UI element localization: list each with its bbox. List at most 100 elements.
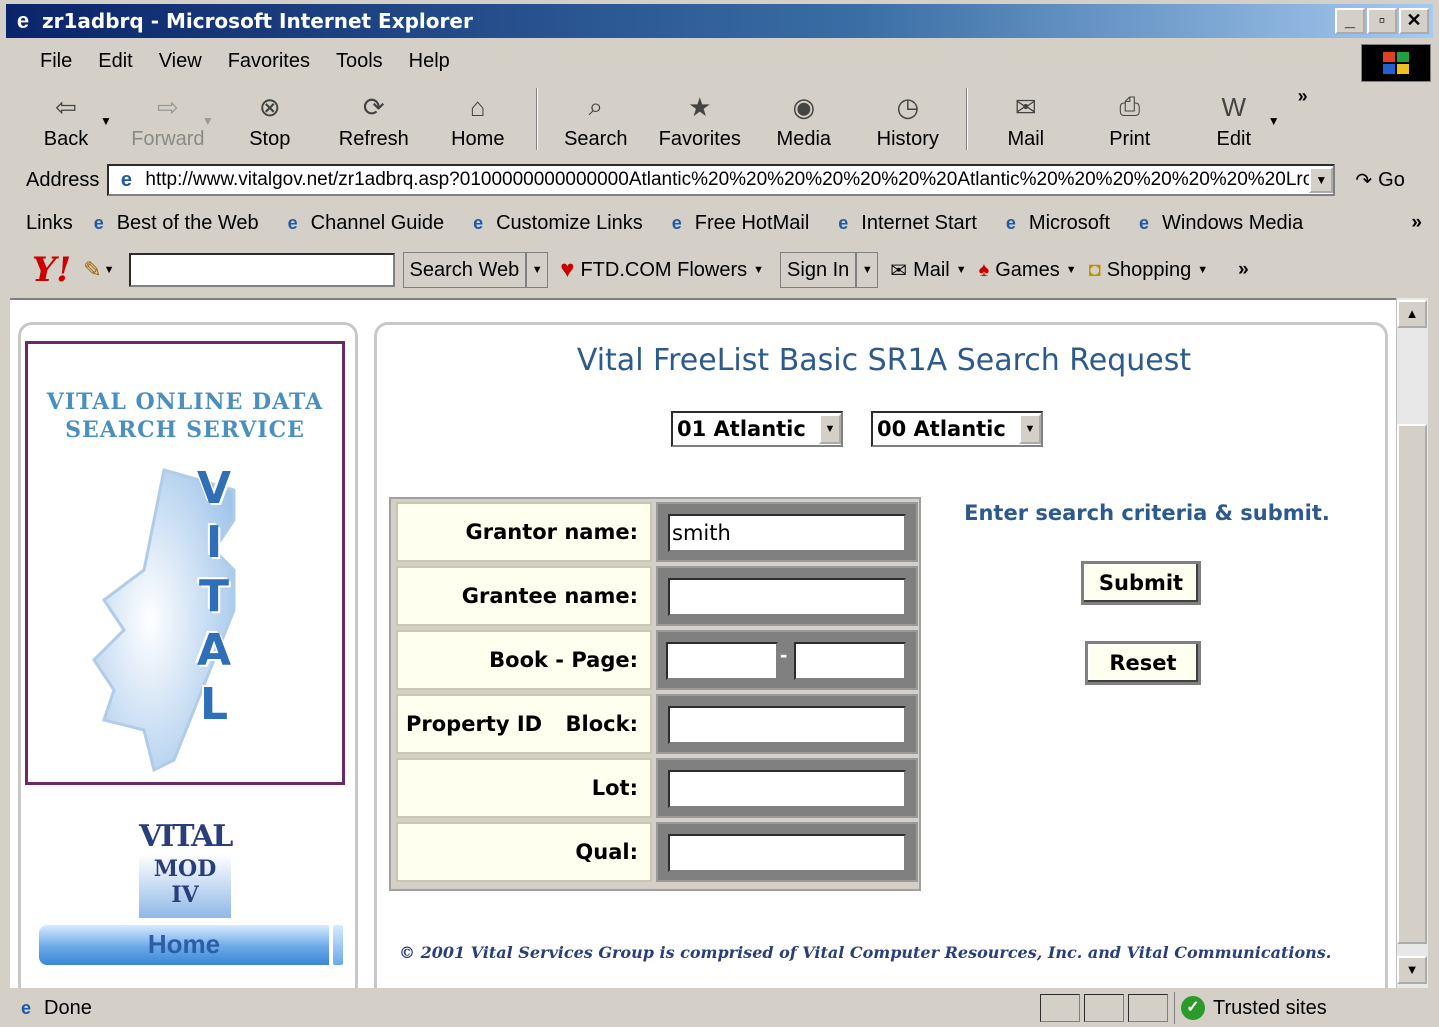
status-bar: e Done ✓ Trusted sites xyxy=(6,992,1432,1024)
sign-in-button[interactable]: Sign In xyxy=(780,252,857,288)
vital-vertical-text: V I T A L xyxy=(196,463,232,730)
reset-button[interactable]: Reset xyxy=(1085,641,1201,685)
links-more-button[interactable]: » xyxy=(1411,212,1422,234)
heart-icon: ♥ xyxy=(560,256,575,283)
new-jersey-map-icon xyxy=(92,468,236,773)
block-input[interactable] xyxy=(668,706,906,744)
grantee-name-input[interactable] xyxy=(668,578,906,616)
menu-favorites[interactable]: Favorites xyxy=(228,50,310,73)
maximize-button[interactable]: ▫ xyxy=(1367,8,1397,34)
address-field[interactable]: e http://www.vitalgov.net/zr1adbrq.asp?0… xyxy=(107,164,1336,196)
qual-row: Qual: xyxy=(396,822,918,882)
go-button[interactable]: ↷ Go xyxy=(1355,168,1404,193)
ie-page-icon: e xyxy=(1005,213,1016,233)
search-icon: ⌕ xyxy=(588,91,604,121)
yahoo-games-button[interactable]: ♠ Games ▼ xyxy=(979,259,1077,282)
menu-file[interactable]: File xyxy=(40,50,72,73)
history-icon: ◷ xyxy=(896,91,920,122)
edit-dropdown-icon[interactable]: ▼ xyxy=(1268,114,1280,128)
ie-page-icon: e xyxy=(473,213,484,233)
link-best-of-the-web[interactable]: e Best of the Web xyxy=(87,211,259,235)
scroll-up-icon[interactable]: ▲ xyxy=(1397,300,1427,328)
block-row: Property ID Block: xyxy=(396,694,918,754)
grantor-row: Grantor name: smith xyxy=(396,502,918,562)
ie-page-icon: e xyxy=(287,213,298,233)
property-id-label: Property ID xyxy=(406,712,543,736)
grantor-name-input[interactable]: smith xyxy=(668,514,906,552)
toolbar-more-button[interactable]: » xyxy=(1298,86,1308,107)
link-free-hotmail[interactable]: e Free HotMail xyxy=(665,211,810,235)
page-icon: e xyxy=(120,169,132,191)
pencil-icon[interactable]: ✎ xyxy=(83,257,101,283)
check-icon: ✓ xyxy=(1181,996,1205,1020)
forward-dropdown-icon[interactable]: ▼ xyxy=(202,114,214,128)
submit-button[interactable]: Submit xyxy=(1081,561,1201,605)
search-criteria-table: Grantor name: smith Grantee name: Book -… xyxy=(389,497,921,891)
chevron-down-icon: ▼ xyxy=(1065,264,1077,276)
yahoo-mail-button[interactable]: ✉ Mail ▼ xyxy=(890,258,966,283)
search-web-button[interactable]: Search Web xyxy=(402,252,527,288)
vertical-scrollbar[interactable]: ▲ ▼ xyxy=(1396,298,1428,988)
menu-tools[interactable]: Tools xyxy=(336,50,383,73)
vital-logo-card: VITAL ONLINE DATA SEARCH SERVICE V I T A… xyxy=(25,341,345,785)
envelope-icon: ✉ xyxy=(890,259,908,282)
book-input[interactable] xyxy=(666,642,778,680)
menu-bar: File Edit View Favorites Tools Help xyxy=(14,42,450,80)
favorites-button[interactable]: ★ Favorites xyxy=(648,86,752,151)
printer-icon: ⎙ xyxy=(1119,91,1141,121)
yahoo-more-button[interactable]: » xyxy=(1238,259,1249,281)
page-content: VITAL ONLINE DATA SEARCH SERVICE V I T A… xyxy=(10,298,1396,988)
back-dropdown-icon[interactable]: ▼ xyxy=(100,114,112,128)
ie-page-icon: e xyxy=(838,213,849,233)
scroll-thumb[interactable] xyxy=(1397,424,1427,944)
media-button[interactable]: ◉ Media xyxy=(752,86,856,151)
stop-button[interactable]: ⊗ Stop xyxy=(218,86,322,151)
link-customize-links[interactable]: e Customize Links xyxy=(466,211,643,235)
home-button-cap xyxy=(333,925,343,965)
vital-heading: VITAL ONLINE DATA SEARCH SERVICE xyxy=(46,389,324,443)
pencil-dropdown-icon[interactable]: ▼ xyxy=(104,264,115,276)
criteria-instructions: Enter search criteria & submit. xyxy=(964,501,1330,525)
qual-input[interactable] xyxy=(668,834,906,872)
lot-input[interactable] xyxy=(668,770,906,808)
left-panel: VITAL ONLINE DATA SEARCH SERVICE V I T A… xyxy=(18,322,358,988)
search-web-dropdown-icon[interactable]: ▼ xyxy=(526,252,549,288)
yahoo-shopping-button[interactable]: ◘ Shopping ▼ xyxy=(1089,259,1209,282)
toolbar-separator xyxy=(535,88,538,150)
window-title: zr1adbrq - Microsoft Internet Explorer xyxy=(42,9,473,33)
word-edit-icon: W xyxy=(1221,91,1247,122)
vital-mod-iv-logo[interactable]: VITAL MOD IV xyxy=(139,819,233,918)
home-toolbar-button[interactable]: ⌂ Home xyxy=(426,86,530,151)
menu-help[interactable]: Help xyxy=(409,50,450,73)
home-link-button[interactable]: Home xyxy=(39,925,329,965)
menu-edit[interactable]: Edit xyxy=(98,50,132,73)
link-channel-guide[interactable]: e Channel Guide xyxy=(281,211,444,235)
county-select[interactable]: 01 Atlantic ▼ xyxy=(671,411,843,447)
book-page-row: Book - Page: - xyxy=(396,630,918,690)
address-url[interactable]: http://www.vitalgov.net/zr1adbrq.asp?010… xyxy=(145,169,1309,191)
menu-view[interactable]: View xyxy=(159,50,202,73)
ie-page-icon: e xyxy=(93,213,104,233)
toolbar-separator xyxy=(965,88,968,150)
yahoo-search-input[interactable] xyxy=(128,253,395,287)
ftd-flowers-button[interactable]: ♥ FTD.COM Flowers ▼ xyxy=(560,256,764,284)
print-button[interactable]: ⎙ Print xyxy=(1078,86,1182,151)
refresh-button[interactable]: ⟳ Refresh xyxy=(322,86,426,151)
municipality-select[interactable]: 00 Atlantic ▼ xyxy=(871,411,1043,447)
link-microsoft[interactable]: e Microsoft xyxy=(999,211,1110,235)
minimize-button[interactable]: _ xyxy=(1335,8,1365,34)
scroll-down-icon[interactable]: ▼ xyxy=(1397,956,1427,984)
history-button[interactable]: ◷ History xyxy=(856,86,960,151)
address-dropdown-icon[interactable]: ▼ xyxy=(1309,167,1334,193)
link-internet-start[interactable]: e Internet Start xyxy=(831,211,977,235)
stop-icon: ⊗ xyxy=(258,91,281,122)
status-text: Done xyxy=(44,996,92,1019)
link-windows-media[interactable]: e Windows Media xyxy=(1132,211,1303,235)
yahoo-logo[interactable]: Y! xyxy=(32,250,71,290)
sign-in-dropdown-icon[interactable]: ▼ xyxy=(856,252,879,288)
close-button[interactable]: ✕ xyxy=(1399,8,1429,34)
search-button[interactable]: ⌕ Search xyxy=(544,86,648,151)
page-input[interactable] xyxy=(794,642,906,680)
lot-label: Lot: xyxy=(396,758,652,818)
mail-button[interactable]: ✉ Mail xyxy=(974,86,1078,151)
